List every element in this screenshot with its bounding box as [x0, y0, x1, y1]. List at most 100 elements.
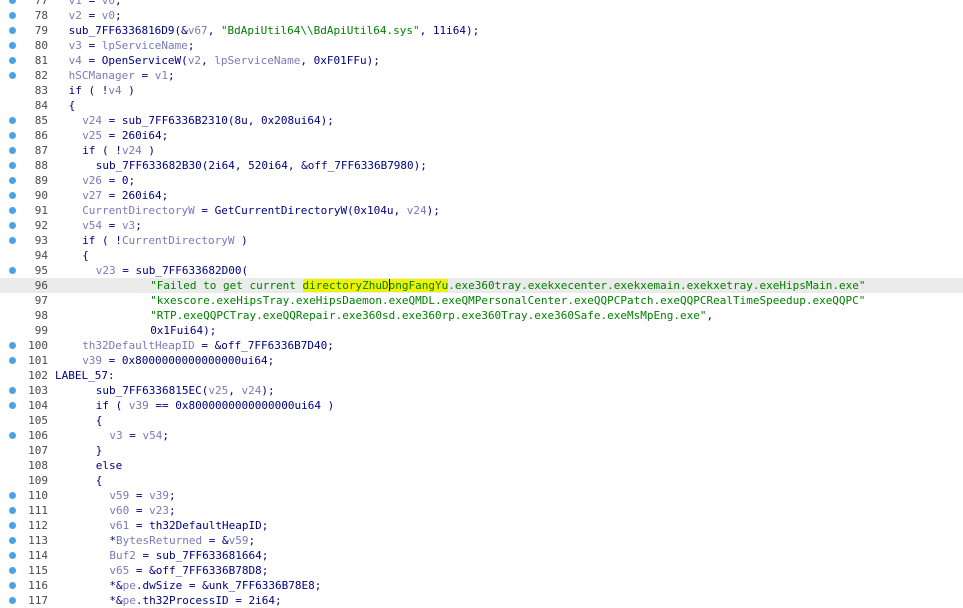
- breakpoint-dot-icon[interactable]: [9, 72, 16, 79]
- code-text[interactable]: v1 = v0;: [69, 0, 122, 8]
- code-line[interactable]: 86 v25 = 260i64;: [0, 128, 963, 143]
- code-line[interactable]: 106 v3 = v54;: [0, 428, 963, 443]
- code-line[interactable]: 89 v26 = 0;: [0, 173, 963, 188]
- breakpoint-dot-icon[interactable]: [9, 432, 16, 439]
- code-text[interactable]: v61 = th32DefaultHeapID;: [109, 518, 268, 533]
- code-text[interactable]: CurrentDirectoryW = GetCurrentDirectoryW…: [82, 203, 440, 218]
- code-line[interactable]: 114 Buf2 = sub_7FF633681664;: [0, 548, 963, 563]
- code-line[interactable]: 77 v1 = v0;: [0, 0, 963, 8]
- breakpoint-dot-icon[interactable]: [9, 27, 16, 34]
- breakpoint-dot-icon[interactable]: [9, 192, 16, 199]
- code-text[interactable]: sub_7FF6336816D9(&v67, "BdApiUtil64\\BdA…: [69, 23, 480, 38]
- code-text[interactable]: v27 = 260i64;: [82, 188, 168, 203]
- code-line[interactable]: 97 "kxescore.exeHipsTray.exeHipsDaemon.ex…: [0, 293, 963, 308]
- code-text[interactable]: LABEL_57:: [55, 368, 115, 383]
- code-line[interactable]: 108 else: [0, 458, 963, 473]
- code-text[interactable]: sub_7FF633682B30(2i64, 520i64, &off_7FF6…: [96, 158, 427, 173]
- code-text[interactable]: v25 = 260i64;: [82, 128, 168, 143]
- code-line[interactable]: 93 if ( !CurrentDirectoryW ): [0, 233, 963, 248]
- breakpoint-dot-icon[interactable]: [9, 177, 16, 184]
- code-line[interactable]: 83 if ( !v4 ): [0, 83, 963, 98]
- code-text[interactable]: v26 = 0;: [82, 173, 135, 188]
- breakpoint-dot-icon[interactable]: [9, 162, 16, 169]
- code-text[interactable]: if ( !CurrentDirectoryW ): [82, 233, 248, 248]
- code-line[interactable]: 113 *BytesReturned = &v59;: [0, 533, 963, 548]
- code-line[interactable]: 81 v4 = OpenServiceW(v2, lpServiceName, 0…: [0, 53, 963, 68]
- breakpoint-dot-icon[interactable]: [9, 0, 16, 4]
- code-text[interactable]: v3 = lpServiceName;: [69, 38, 195, 53]
- code-text[interactable]: sub_7FF6336815EC(v25, v24);: [96, 383, 275, 398]
- code-text[interactable]: {: [82, 248, 89, 263]
- breakpoint-dot-icon[interactable]: [9, 567, 16, 574]
- breakpoint-dot-icon[interactable]: [9, 342, 16, 349]
- breakpoint-dot-icon[interactable]: [9, 507, 16, 514]
- code-text[interactable]: th32DefaultHeapID = &off_7FF6336B7D40;: [82, 338, 334, 353]
- code-line[interactable]: 112 v61 = th32DefaultHeapID;: [0, 518, 963, 533]
- code-text[interactable]: v59 = v39;: [109, 488, 175, 503]
- code-line[interactable]: 79 sub_7FF6336816D9(&v67, "BdApiUtil64\\B…: [0, 23, 963, 38]
- code-text[interactable]: v65 = &off_7FF6336B78D8;: [109, 563, 268, 578]
- breakpoint-dot-icon[interactable]: [9, 117, 16, 124]
- code-text[interactable]: *BytesReturned = &v59;: [109, 533, 255, 548]
- code-text[interactable]: 0x1Fui64);: [150, 323, 216, 338]
- code-line[interactable]: 99 0x1Fui64);: [0, 323, 963, 338]
- code-text[interactable]: v24 = sub_7FF6336B2310(8u, 0x208ui64);: [82, 113, 334, 128]
- breakpoint-dot-icon[interactable]: [9, 492, 16, 499]
- code-text[interactable]: if ( v39 == 0x8000000000000000ui64 ): [96, 398, 334, 413]
- breakpoint-dot-icon[interactable]: [9, 597, 16, 604]
- code-text[interactable]: "Failed to get current directoryZhuDongF…: [150, 278, 865, 293]
- code-text[interactable]: else: [96, 458, 123, 473]
- code-line[interactable]: 82 hSCManager = v1;: [0, 68, 963, 83]
- code-line[interactable]: 109 {: [0, 473, 963, 488]
- breakpoint-dot-icon[interactable]: [9, 132, 16, 139]
- breakpoint-dot-icon[interactable]: [9, 582, 16, 589]
- code-line[interactable]: 96 "Failed to get current directoryZhuDon…: [0, 278, 963, 293]
- code-text[interactable]: v39 = 0x8000000000000000ui64;: [82, 353, 274, 368]
- code-line[interactable]: 104 if ( v39 == 0x8000000000000000ui64 ): [0, 398, 963, 413]
- code-line[interactable]: 94 {: [0, 248, 963, 263]
- code-text[interactable]: {: [96, 413, 103, 428]
- code-line[interactable]: 80 v3 = lpServiceName;: [0, 38, 963, 53]
- code-text[interactable]: v60 = v23;: [109, 503, 175, 518]
- breakpoint-dot-icon[interactable]: [9, 537, 16, 544]
- code-line[interactable]: 116 *&pe.dwSize = &unk_7FF6336B78E8;: [0, 578, 963, 593]
- code-line[interactable]: 105 {: [0, 413, 963, 428]
- pseudocode-view[interactable]: 77 v1 = v0; 78 v2 = v0; 79 sub_7FF6336816D9(&…: [0, 0, 963, 608]
- code-line[interactable]: 101 v39 = 0x8000000000000000ui64;: [0, 353, 963, 368]
- code-line[interactable]: 85 v24 = sub_7FF6336B2310(8u, 0x208ui64);: [0, 113, 963, 128]
- code-line[interactable]: 111 v60 = v23;: [0, 503, 963, 518]
- code-line[interactable]: 87 if ( !v24 ): [0, 143, 963, 158]
- code-line[interactable]: 90 v27 = 260i64;: [0, 188, 963, 203]
- breakpoint-dot-icon[interactable]: [9, 357, 16, 364]
- breakpoint-dot-icon[interactable]: [9, 402, 16, 409]
- code-line[interactable]: 78 v2 = v0;: [0, 8, 963, 23]
- code-line[interactable]: 88 sub_7FF633682B30(2i64, 520i64, &off_7F…: [0, 158, 963, 173]
- code-text[interactable]: hSCManager = v1;: [69, 68, 175, 83]
- breakpoint-dot-icon[interactable]: [9, 552, 16, 559]
- breakpoint-dot-icon[interactable]: [9, 147, 16, 154]
- code-text[interactable]: "RTP.exeQQPCTray.exeQQRepair.exe360sd.ex…: [150, 308, 713, 323]
- code-text[interactable]: v23 = sub_7FF633682D00(: [96, 263, 248, 278]
- breakpoint-dot-icon[interactable]: [9, 387, 16, 394]
- code-line[interactable]: 84 {: [0, 98, 963, 113]
- code-text[interactable]: v3 = v54;: [109, 428, 169, 443]
- code-text[interactable]: {: [96, 473, 103, 488]
- breakpoint-dot-icon[interactable]: [9, 522, 16, 529]
- code-line[interactable]: 100 th32DefaultHeapID = &off_7FF6336B7D40…: [0, 338, 963, 353]
- code-text[interactable]: }: [96, 443, 103, 458]
- breakpoint-dot-icon[interactable]: [9, 57, 16, 64]
- code-text[interactable]: if ( !v4 ): [69, 83, 135, 98]
- code-line[interactable]: 107}: [0, 443, 963, 458]
- code-line[interactable]: 92 v54 = v3;: [0, 218, 963, 233]
- code-text[interactable]: Buf2 = sub_7FF633681664;: [109, 548, 268, 563]
- code-text[interactable]: v54 = v3;: [82, 218, 142, 233]
- breakpoint-dot-icon[interactable]: [9, 237, 16, 244]
- code-text[interactable]: v4 = OpenServiceW(v2, lpServiceName, 0xF…: [69, 53, 380, 68]
- code-line[interactable]: 115 v65 = &off_7FF6336B78D8;: [0, 563, 963, 578]
- code-text[interactable]: if ( !v24 ): [82, 143, 155, 158]
- breakpoint-dot-icon[interactable]: [9, 207, 16, 214]
- code-line[interactable]: 95 v23 = sub_7FF633682D00(: [0, 263, 963, 278]
- breakpoint-dot-icon[interactable]: [9, 42, 16, 49]
- code-line[interactable]: 102 LABEL_57:: [0, 368, 963, 383]
- breakpoint-dot-icon[interactable]: [9, 267, 16, 274]
